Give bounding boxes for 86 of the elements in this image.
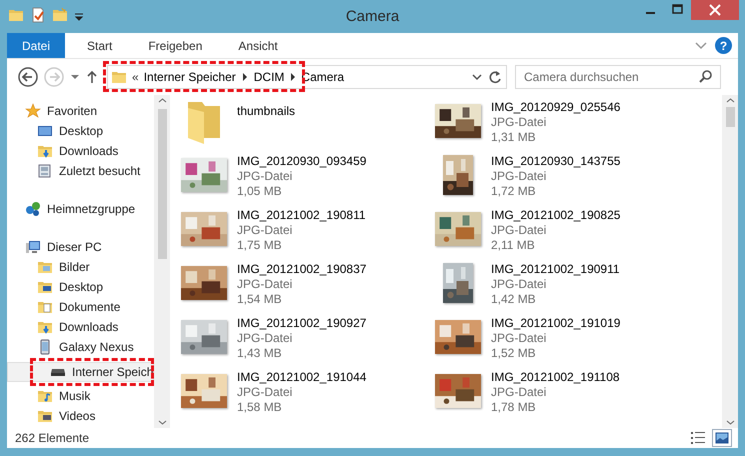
file-name: IMG_20120930_093459	[237, 154, 366, 169]
file-size: 1,31 MB	[491, 130, 537, 145]
file-size: 2,11 MB	[491, 238, 536, 253]
nav-item[interactable]: Heimnetzgruppe	[7, 199, 136, 219]
file-name: IMG_20120930_143755	[491, 154, 620, 169]
download-folder-icon	[37, 143, 53, 159]
overflow-chevron[interactable]: «	[132, 70, 139, 84]
back-icon[interactable]	[17, 66, 39, 88]
file-type: JPG-Datei	[491, 385, 548, 400]
nav-item[interactable]: Favoriten	[7, 101, 98, 121]
nav-item[interactable]: Videos	[7, 406, 96, 426]
network-icon	[25, 201, 41, 217]
close-icon[interactable]	[691, 0, 739, 20]
music-folder-icon	[37, 388, 53, 404]
nav-item[interactable]: Bilder	[7, 257, 90, 277]
search-icon[interactable]	[698, 69, 714, 85]
scroll-thumb[interactable]	[158, 109, 166, 259]
file-type: JPG-Datei	[491, 331, 548, 346]
recent-places-icon	[37, 163, 53, 179]
help-button[interactable]: ?	[715, 37, 732, 54]
file-type: JPG-Datei	[237, 223, 294, 238]
file-size: 1,72 MB	[491, 184, 537, 199]
item-count: 262 Elemente	[15, 431, 90, 445]
nav-item[interactable]: Galaxy Nexus	[7, 337, 134, 357]
star-icon	[25, 103, 41, 119]
nav-item[interactable]: Zuletzt besucht	[7, 161, 140, 181]
file-name: IMG_20121002_190837	[237, 262, 366, 277]
file-name: IMG_20121002_191019	[491, 316, 620, 331]
search-input[interactable]: Camera durchsuchen	[516, 70, 698, 84]
nav-item[interactable]: Downloads	[7, 317, 118, 337]
nav-item[interactable]: Desktop	[7, 121, 104, 141]
file-size: 1,43 MB	[237, 346, 283, 361]
file-size: 1,42 MB	[491, 292, 537, 307]
file-size: 1,58 MB	[237, 400, 283, 415]
file-name: thumbnails	[237, 104, 296, 119]
pictures-folder-icon	[37, 259, 53, 275]
file-name: IMG_20121002_191044	[237, 370, 366, 385]
ribbon-tab[interactable]: Freigeben	[134, 33, 216, 58]
file-size: 1,78 MB	[491, 400, 537, 415]
breadcrumb[interactable]: Interner Speicher	[144, 70, 236, 84]
large-icons-view-icon[interactable]	[712, 429, 732, 447]
breadcrumb[interactable]: DCIM	[254, 70, 284, 84]
properties-icon[interactable]	[30, 7, 46, 23]
ribbon-tab[interactable]: Ansicht	[224, 33, 292, 58]
separator-arrow-icon[interactable]	[240, 70, 249, 84]
file-name: IMG_20121002_190911	[491, 262, 620, 277]
separator-arrow-icon[interactable]	[289, 70, 298, 84]
file-size: 1,05 MB	[237, 184, 283, 199]
file-type: JPG-Datei	[491, 277, 548, 292]
details-view-icon[interactable]	[688, 429, 708, 447]
download-folder-icon	[37, 319, 53, 335]
monitor-icon	[37, 123, 53, 139]
nav-item[interactable]: Downloads	[7, 141, 118, 161]
ribbon-tab[interactable]: Start	[73, 33, 126, 58]
file-name: IMG_20121002_190811	[237, 208, 366, 223]
nav-item[interactable]: Musik	[7, 386, 90, 406]
file-type: JPG-Datei	[491, 115, 548, 130]
file-type: JPG-Datei	[491, 169, 548, 184]
scrollbar[interactable]	[154, 95, 170, 428]
file-size: 1,52 MB	[491, 346, 537, 361]
file-name: IMG_20121002_191108	[491, 370, 620, 385]
file-name: IMG_20121002_190825	[491, 208, 620, 223]
file-size: 1,54 MB	[237, 292, 283, 307]
file-type: JPG-Datei	[237, 331, 294, 346]
file-name: IMG_20120929_025546	[491, 100, 620, 115]
videos-folder-icon	[37, 408, 53, 424]
search-field[interactable]: Camera durchsuchen	[515, 65, 721, 89]
drive-icon	[50, 368, 66, 376]
nav-item[interactable]: Desktop	[7, 277, 104, 297]
ribbon-tab[interactable]: Datei	[7, 33, 65, 58]
file-type: JPG-Datei	[237, 169, 294, 184]
file-type: JPG-Datei	[237, 277, 294, 292]
nav-item[interactable]: Interner Speich	[8, 363, 154, 381]
window-title: Camera	[344, 7, 400, 25]
file-size: 1,75 MB	[237, 238, 283, 253]
scroll-thumb[interactable]	[726, 107, 734, 127]
computer-icon	[25, 239, 41, 255]
documents-folder-icon	[37, 299, 53, 315]
scrollbar[interactable]	[722, 95, 738, 428]
nav-item[interactable]: Dieser PC	[7, 237, 102, 257]
file-type: JPG-Datei	[237, 385, 294, 400]
file-name: IMG_20121002_190927	[237, 316, 366, 331]
nav-item[interactable]: Dokumente	[7, 297, 120, 317]
file-type: JPG-Datei	[491, 223, 548, 238]
desktop-folder-icon	[37, 279, 53, 295]
folder-icon	[111, 69, 127, 85]
